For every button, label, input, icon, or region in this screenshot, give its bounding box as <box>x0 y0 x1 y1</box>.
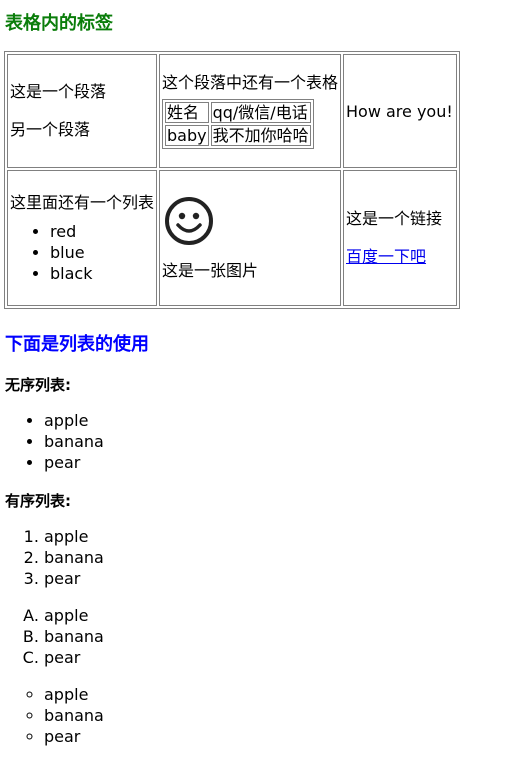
ordered-list-alpha: apple banana pear <box>0 605 104 668</box>
table-row: 姓名 qq/微信/电话 <box>165 101 311 123</box>
greeting-text: How are you! <box>346 101 453 121</box>
table-row: 这里面还有一个列表 red blue black 这是一张图片 <box>7 170 457 306</box>
section-title-lists: 下面是列表的使用 <box>5 334 149 355</box>
paragraph: 这是一个链接 <box>346 209 443 228</box>
baidu-link[interactable]: 百度一下吧 <box>346 247 426 266</box>
list-item: blue <box>50 242 154 263</box>
list-item: banana <box>44 705 104 726</box>
list-item: banana <box>44 431 104 452</box>
list-item: banana <box>44 547 104 568</box>
list-item: red <box>50 221 154 242</box>
unordered-list-heading: 无序列表: <box>5 376 71 394</box>
table-cell: 这个段落中还有一个表格 姓名 qq/微信/电话 baby 我不加你哈哈 <box>159 54 341 168</box>
section-title-table-tags: 表格内的标签 <box>5 13 113 34</box>
unordered-list: apple banana pear <box>0 410 104 473</box>
table-cell: 这是一个段落 另一个段落 <box>7 54 157 168</box>
list-item: pear <box>44 726 104 747</box>
table-cell: 姓名 <box>165 101 209 123</box>
circle-list: apple banana pear <box>0 684 104 747</box>
table-cell: How are you! <box>343 54 457 168</box>
main-table: 这是一个段落 另一个段落 这个段落中还有一个表格 姓名 qq/微信/电话 bab… <box>4 51 460 309</box>
nested-table: 姓名 qq/微信/电话 baby 我不加你哈哈 <box>162 98 314 150</box>
smiley-icon <box>163 195 215 247</box>
table-cell: 这是一张图片 <box>159 170 341 306</box>
table-cell: 这里面还有一个列表 red blue black <box>7 170 157 306</box>
ordered-list-heading: 有序列表: <box>5 492 71 510</box>
list-item: pear <box>44 568 104 589</box>
list-item: pear <box>44 647 104 668</box>
table-cell: baby <box>165 125 209 147</box>
list-item: apple <box>44 684 104 705</box>
table-row: baby 我不加你哈哈 <box>165 125 311 147</box>
table-cell: qq/微信/电话 <box>210 101 311 123</box>
list-item: banana <box>44 626 104 647</box>
list-item: apple <box>44 526 104 547</box>
paragraph: 这是一个段落 <box>10 82 107 101</box>
list-item: apple <box>44 410 104 431</box>
image-caption: 这是一张图片 <box>162 261 259 280</box>
table-cell: 这是一个链接 百度一下吧 <box>343 170 457 306</box>
list-item: apple <box>44 605 104 626</box>
paragraph: 这个段落中还有一个表格 <box>162 72 339 92</box>
paragraph: 这里面还有一个列表 <box>10 192 155 212</box>
paragraph: 另一个段落 <box>10 120 91 139</box>
ordered-list-numeric: apple banana pear <box>0 526 104 589</box>
list-item: pear <box>44 452 104 473</box>
color-list: red blue black <box>10 221 154 284</box>
table-row: 这是一个段落 另一个段落 这个段落中还有一个表格 姓名 qq/微信/电话 bab… <box>7 54 457 168</box>
table-cell: 我不加你哈哈 <box>210 125 311 147</box>
list-item: black <box>50 263 154 284</box>
